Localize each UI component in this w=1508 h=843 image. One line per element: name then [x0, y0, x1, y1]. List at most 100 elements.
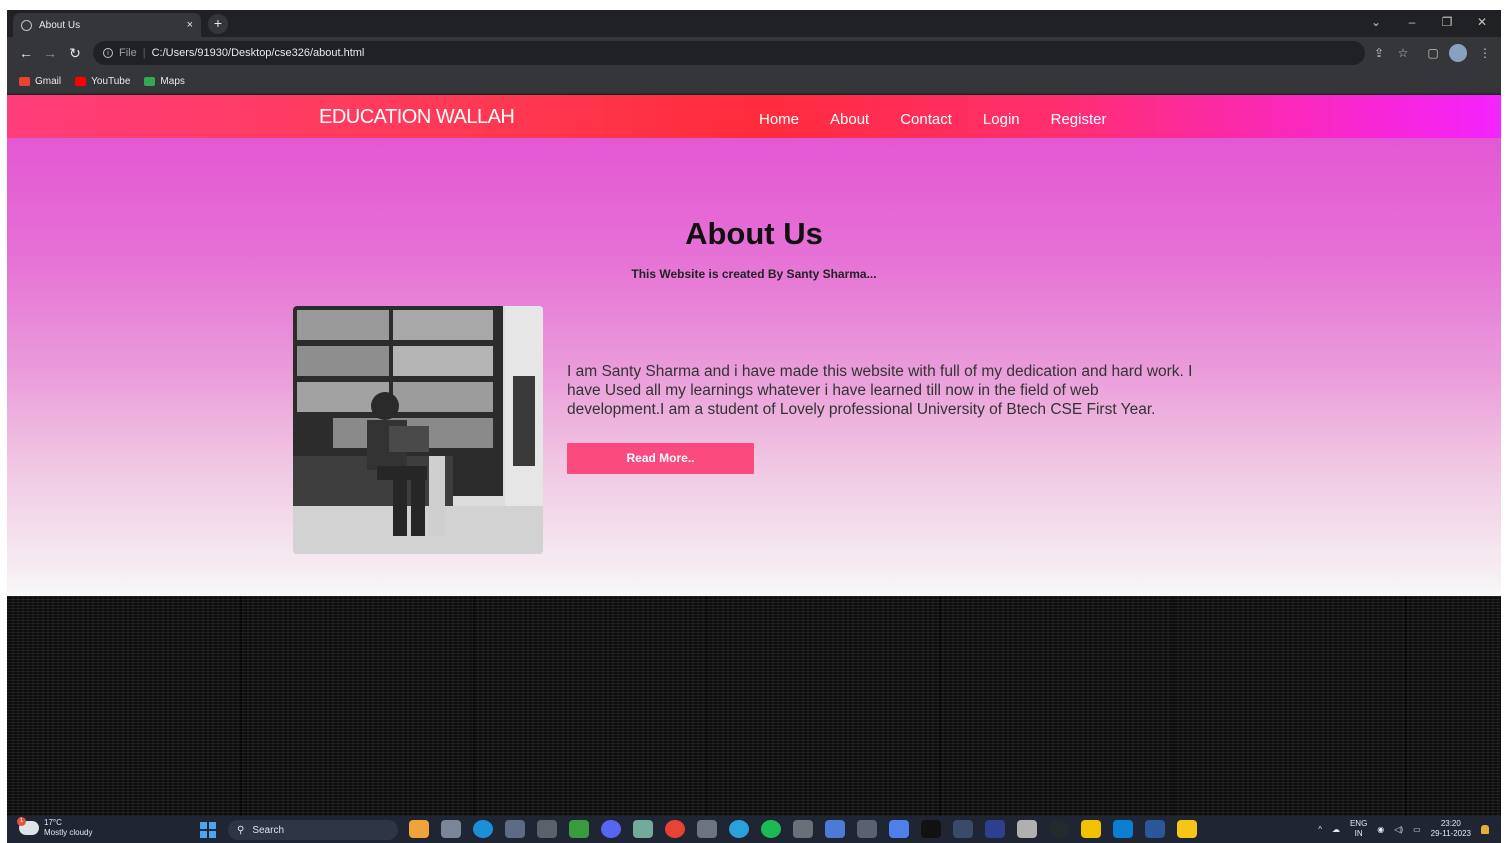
browser-toolbar: ← → ↻ i File | C:/Users/91930/Desktop/cs… — [7, 37, 1501, 69]
menu-kebab-icon[interactable]: ⋮ — [1477, 45, 1493, 61]
address-url[interactable]: C:/Users/91930/Desktop/cse326/about.html — [152, 47, 365, 59]
bookmark-youtube[interactable]: YouTube — [75, 76, 130, 87]
dots-app-icon[interactable] — [697, 820, 717, 838]
screen: About Us × + ⌄ – ❐ ✕ ← → ↻ i File | C:/U… — [0, 0, 1508, 843]
windows-taskbar: 1 17°C Mostly cloudy ⚲ Search ^ ☁ ENG IN… — [7, 816, 1501, 843]
spotify-icon[interactable] — [761, 820, 781, 838]
restore-icon[interactable]: ❐ — [1430, 10, 1464, 37]
forward-icon[interactable]: → — [39, 42, 61, 64]
info-icon[interactable]: i — [103, 48, 113, 58]
weather-temperature: 17°C — [44, 818, 62, 827]
about-section: About Us This Website is created By Sant… — [7, 138, 1501, 596]
globe-icon — [21, 19, 32, 31]
back-icon[interactable]: ← — [15, 42, 37, 64]
address-file-label: File — [119, 47, 137, 59]
system-tray: ^ ☁ ENG IN ◉ ◁) ▭ 23:20 29-11-2023 — [1318, 819, 1489, 839]
wifi-icon[interactable]: ◉ — [1377, 825, 1384, 834]
weather-condition: Mostly cloudy — [44, 828, 93, 837]
telegram-icon[interactable] — [729, 820, 749, 838]
close-tab-icon[interactable]: × — [187, 19, 193, 31]
address-bar[interactable]: i File | C:/Users/91930/Desktop/cse326/a… — [93, 41, 1365, 65]
cat-app-icon[interactable] — [793, 820, 813, 838]
tab-strip: About Us × + ⌄ – ❐ ✕ — [7, 10, 1501, 37]
github-icon[interactable] — [1049, 820, 1069, 838]
taskbar-search[interactable]: ⚲ Search — [228, 820, 398, 840]
tab-about-us[interactable]: About Us × — [13, 13, 201, 37]
start-button[interactable] — [200, 822, 216, 838]
dark-footer — [7, 596, 1501, 816]
cc-app-icon[interactable] — [1017, 820, 1037, 838]
page-title: About Us — [685, 216, 823, 251]
read-more-button[interactable]: Read More.. — [567, 443, 754, 474]
site-navbar: EDUCATION WALLAH Home About Contact Logi… — [7, 95, 1501, 138]
clock-time: 23:20 — [1440, 819, 1461, 828]
app-icon-dark[interactable] — [985, 820, 1005, 838]
bookmark-label: Maps — [160, 75, 185, 87]
about-paragraph: I am Santy Sharma and i have made this w… — [567, 363, 1193, 418]
notion-icon[interactable] — [921, 820, 941, 838]
nav-register[interactable]: Register — [1051, 111, 1107, 128]
chrome-icon[interactable] — [665, 820, 685, 838]
app-icon-sf[interactable] — [953, 820, 973, 838]
bookmark-label: YouTube — [91, 75, 131, 87]
chevron-up-icon[interactable]: ^ — [1318, 825, 1322, 834]
g-app-icon[interactable] — [537, 820, 557, 838]
nav-login[interactable]: Login — [983, 111, 1020, 128]
profile-photo — [293, 306, 543, 554]
nav-home[interactable]: Home — [759, 111, 799, 128]
tab-title: About Us — [39, 19, 81, 31]
file-app-icon[interactable] — [441, 820, 461, 838]
notes-app-icon[interactable] — [1081, 820, 1101, 838]
folder-icon[interactable] — [1177, 820, 1197, 838]
bookmark-label: Gmail — [35, 75, 62, 87]
nav-contact[interactable]: Contact — [900, 111, 952, 128]
bookmark-star-icon[interactable]: ☆ — [1395, 45, 1411, 61]
battery-icon[interactable]: ▭ — [1413, 825, 1421, 834]
minimize-icon[interactable]: – — [1395, 10, 1429, 37]
weather-widget[interactable]: 1 17°C Mostly cloudy — [17, 817, 93, 838]
youtube-icon — [75, 76, 87, 86]
widgets-app-icon[interactable] — [409, 820, 429, 838]
bookmarks-bar: Gmail YouTube Maps — [7, 69, 1501, 94]
side-panel-icon[interactable]: ▢ — [1425, 45, 1441, 61]
gmail-icon — [19, 76, 30, 86]
bookmark-maps[interactable]: Maps — [144, 75, 185, 87]
language-bottom: IN — [1354, 829, 1363, 838]
word-icon[interactable] — [1145, 820, 1165, 838]
w-app-icon[interactable] — [569, 820, 589, 838]
nav-about[interactable]: About — [830, 111, 869, 128]
clock[interactable]: 23:20 29-11-2023 — [1431, 819, 1471, 839]
taskbar-apps — [409, 820, 1197, 838]
discord-icon[interactable] — [601, 820, 621, 838]
language-indicator[interactable]: ENG IN — [1350, 819, 1367, 839]
maps-icon — [144, 76, 156, 86]
page-viewport: EDUCATION WALLAH Home About Contact Logi… — [7, 95, 1501, 816]
store-icon[interactable] — [505, 820, 525, 838]
language-top: ENG — [1349, 819, 1368, 828]
browser-window: About Us × + ⌄ – ❐ ✕ ← → ↻ i File | C:/U… — [7, 10, 1501, 816]
edge-icon[interactable] — [473, 820, 493, 838]
page-subtitle: This Website is created By Santy Sharma.… — [631, 267, 877, 281]
notification-bell-icon[interactable] — [1481, 824, 1489, 834]
profile-avatar[interactable] — [1449, 44, 1467, 62]
s-app-icon[interactable] — [857, 820, 877, 838]
bookmark-gmail[interactable]: Gmail — [19, 76, 61, 87]
cloud-icon: 1 — [17, 817, 39, 835]
volume-icon[interactable]: ◁) — [1394, 825, 1403, 834]
image-app-icon[interactable] — [825, 820, 845, 838]
search-icon: ⚲ — [237, 824, 245, 836]
reload-icon[interactable]: ↻ — [64, 42, 86, 64]
taskbar-search-label: Search — [252, 824, 285, 836]
vscode-icon[interactable] — [1113, 820, 1133, 838]
chatgpt-icon[interactable] — [633, 820, 653, 838]
new-tab-button[interactable]: + — [208, 14, 228, 34]
clock-date: 29-11-2023 — [1430, 829, 1471, 838]
site-brand[interactable]: EDUCATION WALLAH — [319, 106, 515, 129]
sparkle-app-icon[interactable] — [889, 820, 909, 838]
address-separator: | — [142, 47, 146, 59]
onedrive-icon[interactable]: ☁ — [1332, 825, 1340, 834]
close-window-icon[interactable]: ✕ — [1465, 10, 1499, 37]
site-menu: Home About Contact Login Register — [759, 111, 1106, 128]
share-icon[interactable]: ⇪ — [1371, 45, 1387, 61]
tab-search-icon[interactable]: ⌄ — [1359, 10, 1393, 37]
